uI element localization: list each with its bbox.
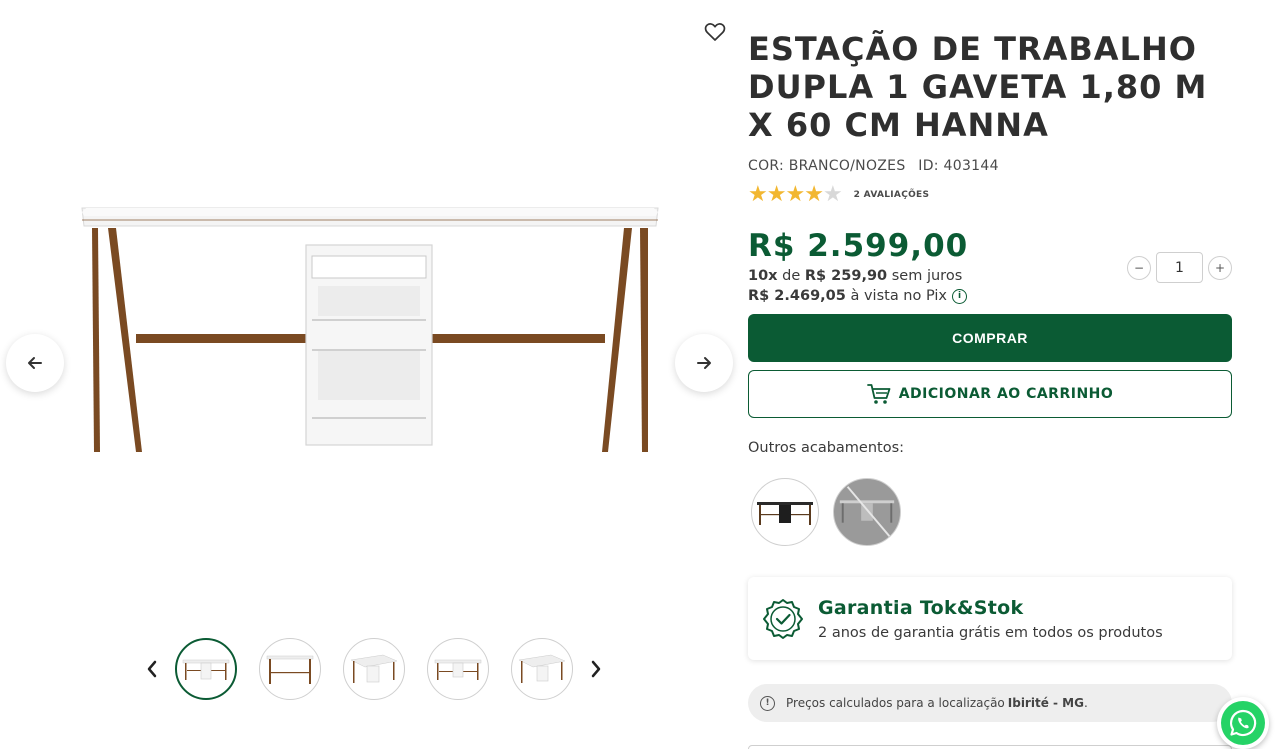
warranty-seal-icon	[763, 598, 803, 639]
chevron-right-icon	[591, 660, 601, 678]
add-to-cart-button[interactable]: ADICIONAR AO CARRINHO	[748, 370, 1232, 418]
thumbnails-next-button[interactable]	[584, 649, 608, 689]
buy-button[interactable]: COMPRAR	[748, 314, 1232, 362]
main-product-image	[70, 190, 670, 470]
chevron-left-icon	[147, 660, 157, 678]
info-icon[interactable]: i	[952, 288, 968, 304]
thumbnail-strip	[140, 637, 608, 701]
location-prefix: Preços calculados para a localização	[786, 696, 1005, 710]
installments-value: R$ 259,90	[804, 268, 888, 284]
star-filled-icon: ★	[748, 182, 768, 207]
product-meta: COR: BRANCO/NOZES ID: 403144	[748, 158, 1232, 174]
quantity-stepper: − +	[1127, 252, 1232, 283]
warranty-card: Garantia Tok&Stok 2 anos de garantia grá…	[748, 577, 1232, 660]
thumbnail-5[interactable]	[511, 638, 573, 700]
product-rating[interactable]: ★★★★★ 2 AVALIAÇÕES	[748, 184, 1232, 206]
product-color: COR: BRANCO/NOZES	[748, 158, 906, 174]
pix-value: R$ 2.469,05	[748, 288, 846, 304]
finishes-options	[751, 478, 915, 546]
finish-option-gray-unavailable[interactable]	[833, 478, 901, 546]
product-gallery	[0, 0, 740, 749]
location-suffix: .	[1083, 696, 1088, 710]
warranty-subtitle: 2 anos de garantia grátis em todos os pr…	[818, 624, 1163, 641]
star-filled-icon: ★	[804, 182, 824, 207]
finish-option-black-wood[interactable]	[751, 478, 819, 546]
installments-de: de	[782, 268, 801, 284]
add-to-cart-label: ADICIONAR AO CARRINHO	[898, 386, 1114, 402]
minus-icon: −	[1133, 260, 1145, 275]
next-section-box	[748, 745, 1232, 749]
thumbnail-1[interactable]	[175, 638, 237, 700]
location-banner[interactable]: ! Preços calculados para a localização I…	[748, 684, 1232, 722]
favorite-heart-icon[interactable]	[703, 20, 727, 44]
whatsapp-button[interactable]	[1217, 697, 1269, 749]
installments-count: 10x	[748, 268, 778, 284]
reviews-count[interactable]: 2 AVALIAÇÕES	[854, 190, 930, 200]
installments-suffix: sem juros	[891, 268, 963, 284]
thumbnail-2[interactable]	[259, 638, 321, 700]
quantity-increase-button[interactable]: +	[1208, 255, 1232, 280]
thumbnail-4[interactable]	[427, 638, 489, 700]
cart-icon	[866, 384, 891, 404]
warranty-title: Garantia Tok&Stok	[818, 596, 1024, 619]
arrow-left-icon	[28, 357, 42, 369]
info-icon: !	[760, 695, 775, 711]
thumbnail-3[interactable]	[343, 638, 405, 700]
product-id: ID: 403144	[918, 158, 999, 174]
star-filled-icon: ★	[785, 182, 805, 207]
price-block: R$ 2.599,00 10x de R$ 259,90 sem juros R…	[748, 228, 1232, 304]
pix-suffix: à vista no Pix	[850, 288, 948, 304]
arrow-right-icon	[697, 357, 711, 369]
gallery-prev-button[interactable]	[6, 334, 64, 392]
rating-stars-icon: ★★★★★	[748, 182, 843, 207]
plus-icon: +	[1214, 260, 1226, 275]
quantity-input[interactable]	[1156, 252, 1203, 283]
whatsapp-icon	[1221, 701, 1265, 745]
gallery-next-button[interactable]	[675, 334, 733, 392]
thumbnails-prev-button[interactable]	[140, 649, 164, 689]
product-info: ESTAÇÃO DE TRABALHO DUPLA 1 GAVETA 1,80 …	[748, 30, 1232, 304]
quantity-decrease-button[interactable]: −	[1127, 255, 1151, 280]
pix-price: R$ 2.469,05 à vista no Pix i	[748, 288, 1232, 304]
star-filled-icon: ★	[766, 182, 787, 207]
finishes-label: Outros acabamentos:	[748, 440, 905, 456]
product-title: ESTAÇÃO DE TRABALHO DUPLA 1 GAVETA 1,80 …	[748, 30, 1208, 144]
location-place[interactable]: Ibirité - MG	[1008, 696, 1084, 710]
star-empty-icon: ★	[822, 182, 843, 207]
warranty-text: Garantia Tok&Stok 2 anos de garantia grá…	[818, 597, 1163, 641]
